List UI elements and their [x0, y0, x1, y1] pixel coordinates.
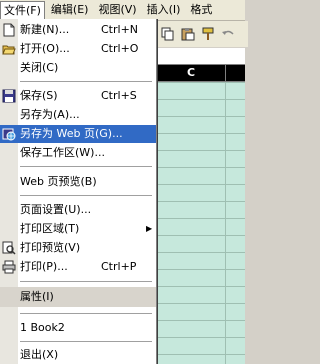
menu-separator — [20, 341, 152, 342]
file-dropdown-menu: 新建(N)... Ctrl+N 打开(O)... Ctrl+O 关闭(C) 保存… — [0, 19, 157, 364]
spreadsheet-area: C — [157, 48, 245, 364]
menu-item-save-workspace[interactable]: 保存工作区(W)... — [0, 144, 156, 162]
column-header-next[interactable] — [226, 65, 245, 81]
menu-item-page-setup[interactable]: 页面设置(U)... — [0, 201, 156, 219]
column-header-c[interactable]: C — [157, 65, 226, 81]
menu-file[interactable]: 文件(F) — [0, 0, 45, 21]
printer-icon — [1, 259, 17, 275]
menu-separator — [20, 195, 152, 196]
menu-item-close[interactable]: 关闭(C) — [0, 59, 156, 77]
menu-separator — [20, 166, 152, 167]
menu-item-web-preview[interactable]: Web 页预览(B) — [0, 173, 156, 191]
menu-item-save-as[interactable]: 另存为(A)... — [0, 106, 156, 124]
menu-bar: 文件(F) 编辑(E) 视图(V) 插入(I) 格式 — [0, 0, 245, 21]
menu-separator — [20, 281, 152, 282]
menu-item-recent-file-1[interactable]: 1 Book2 — [0, 319, 156, 337]
menu-view[interactable]: 视图(V) — [94, 1, 140, 19]
menu-item-save-as-web[interactable]: 另存为 Web 页(G)... — [0, 125, 156, 143]
menu-item-print-preview[interactable]: 打印预览(V) — [0, 239, 156, 257]
paste-icon[interactable] — [180, 26, 196, 42]
menu-edit[interactable]: 编辑(E) — [47, 1, 93, 19]
cell-grid[interactable] — [157, 82, 245, 364]
save-disk-icon — [1, 88, 17, 104]
menu-insert[interactable]: 插入(I) — [143, 1, 185, 19]
submenu-arrow-icon: ▶ — [146, 224, 153, 233]
menu-item-properties[interactable]: 属性(I) — [0, 287, 156, 307]
menu-item-new[interactable]: 新建(N)... Ctrl+N — [0, 21, 156, 39]
menu-item-exit[interactable]: 退出(X) — [0, 346, 156, 364]
menu-item-open[interactable]: 打开(O)... Ctrl+O — [0, 40, 156, 58]
menu-separator — [20, 313, 152, 314]
menu-format[interactable]: 格式 — [186, 1, 216, 19]
menu-item-save[interactable]: 保存(S) Ctrl+S — [0, 87, 156, 105]
menu-item-print[interactable]: 打印(P)... Ctrl+P — [0, 258, 156, 276]
open-folder-icon — [1, 41, 17, 57]
menu-item-print-area[interactable]: 打印区域(T) ▶ — [0, 220, 156, 238]
formula-bar[interactable] — [157, 48, 245, 65]
menu-separator — [20, 81, 152, 82]
column-header-row: C — [157, 65, 245, 82]
format-painter-icon[interactable] — [200, 26, 216, 42]
new-document-icon — [1, 22, 17, 38]
copy-icon[interactable] — [160, 26, 176, 42]
undo-icon[interactable] — [220, 26, 236, 42]
print-preview-icon — [1, 240, 17, 256]
toolbar — [157, 21, 248, 47]
save-web-page-icon — [1, 126, 17, 142]
